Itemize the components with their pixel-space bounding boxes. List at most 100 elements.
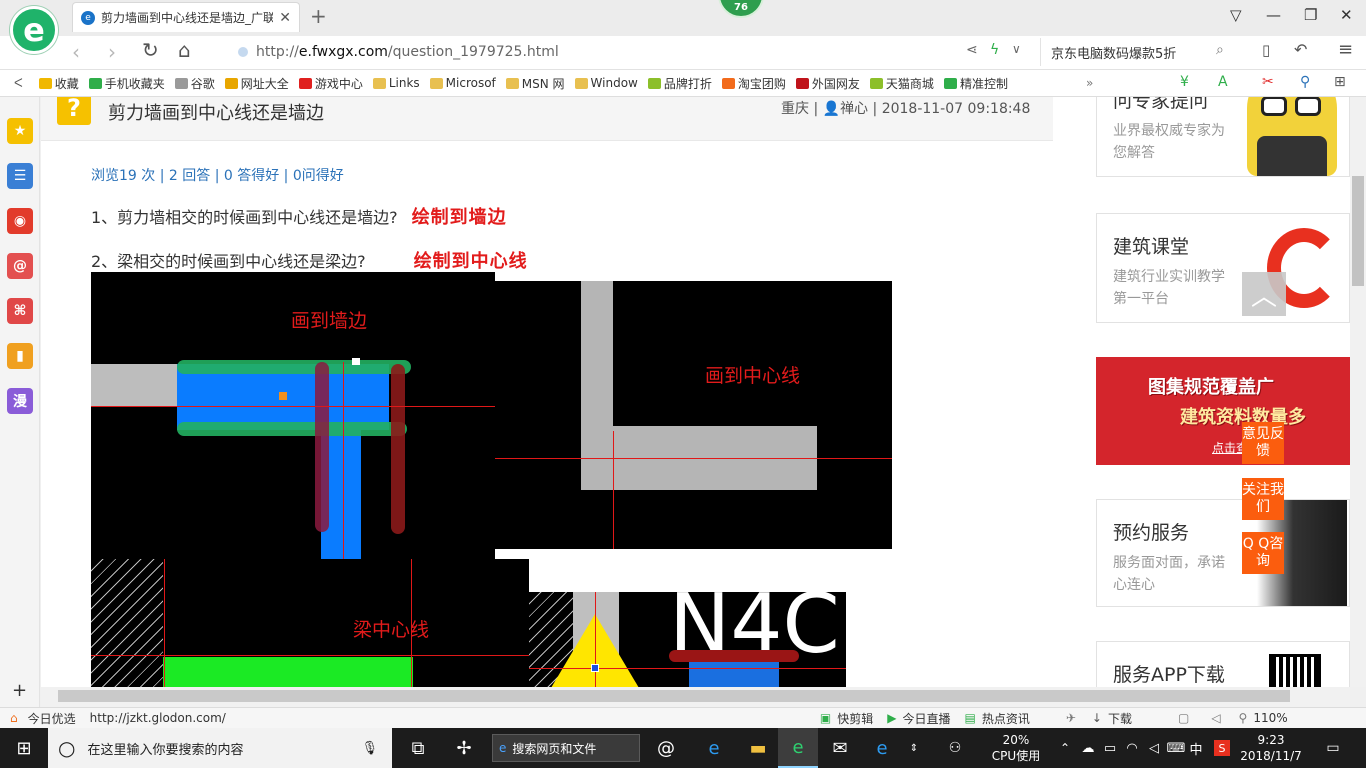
zoom-level[interactable]: 110%	[1253, 711, 1287, 725]
home-icon[interactable]: ⌂	[178, 38, 191, 62]
sidebar-toggle-icon[interactable]: ᐸ	[14, 76, 23, 90]
share-icon[interactable]: ⋖	[966, 42, 978, 58]
status-daily-picks[interactable]: 今日优选	[28, 710, 76, 727]
restore-icon[interactable]: ❐	[1304, 6, 1317, 24]
internet-explorer-icon[interactable]: e	[694, 728, 734, 768]
qq-consult-button[interactable]: Q Q咨询	[1242, 532, 1284, 574]
star-icon[interactable]: ★	[7, 118, 33, 144]
new-tab-icon[interactable]: +	[310, 4, 327, 28]
back-icon[interactable]: ‹	[72, 40, 80, 64]
location[interactable]: 重庆	[781, 101, 809, 117]
forward-icon[interactable]: ›	[108, 40, 116, 64]
speaker-icon[interactable]: ◁	[1144, 728, 1164, 768]
refresh-icon[interactable]: ↻	[142, 38, 159, 62]
comic-icon[interactable]: 漫	[7, 388, 33, 414]
spiral-app-icon[interactable]: @	[646, 728, 686, 768]
volume-icon[interactable]: ◁	[1211, 711, 1220, 725]
gift-icon[interactable]: ⌂	[10, 711, 18, 725]
expert-card[interactable]: 问专家提问 业界最权威专家为您解答	[1096, 97, 1350, 177]
tab-close-icon[interactable]: ✕	[279, 10, 291, 26]
bookmark-item[interactable]: 天猫商城	[869, 75, 934, 92]
author[interactable]: 禅心	[840, 101, 868, 117]
bookmark-item[interactable]: Microsof	[429, 76, 496, 90]
tray-app-icon[interactable]: ☁	[1078, 728, 1098, 768]
add-sidebar-icon[interactable]: +	[12, 680, 27, 701]
status-quick-clip[interactable]: 快剪辑	[837, 710, 873, 727]
status-hot-news[interactable]: 热点资讯	[982, 710, 1030, 727]
news-icon[interactable]: ☰	[7, 163, 33, 189]
skin-icon[interactable]: ▽	[1230, 6, 1242, 24]
follow-button[interactable]: 关注我们	[1242, 478, 1284, 520]
file-explorer-icon[interactable]: ▬	[738, 728, 778, 768]
dropdown-chevron-icon[interactable]: ∨	[1012, 42, 1021, 56]
clock[interactable]: 9:23 2018/11/7	[1240, 732, 1302, 764]
minimize-icon[interactable]: —	[1266, 6, 1281, 24]
bookmark-item[interactable]: Links	[372, 76, 420, 90]
bookmark-item[interactable]: 淘宝团购	[721, 75, 786, 92]
window-icon[interactable]: ▢	[1178, 711, 1189, 725]
taskbar-overflow-icon[interactable]: ⇕	[904, 728, 924, 768]
zoom-icon[interactable]: ⚲	[1239, 711, 1248, 725]
book-icon[interactable]: ▮	[7, 343, 33, 369]
search-box[interactable]: 京东电脑数码爆款5折	[1040, 38, 1240, 66]
menu-icon[interactable]: ≡	[1338, 39, 1353, 60]
bookmark-item[interactable]: MSN 网	[505, 75, 565, 92]
url-bar[interactable]: http://e.fwxgx.com/question_1979725.html	[238, 40, 1038, 64]
app-download-card[interactable]: 服务APP下载	[1096, 641, 1350, 687]
ime-indicator[interactable]: 中	[1186, 728, 1206, 768]
promo-banner[interactable]: 图集规范覆盖广 建筑资料数量多 点击查看	[1096, 357, 1350, 465]
bookmark-item[interactable]: 网址大全	[224, 75, 289, 92]
site-info-icon[interactable]	[238, 47, 248, 57]
taskbar-search[interactable]: ○ 在这里输入你要搜索的内容 🎙	[48, 728, 392, 768]
microphone-icon[interactable]: 🎙	[361, 741, 378, 756]
pinwheel-app-icon[interactable]: ✢	[444, 728, 484, 768]
wifi-icon[interactable]: ◠	[1122, 728, 1142, 768]
people-icon[interactable]: ⚇	[940, 728, 970, 768]
search-icon[interactable]: ⌕	[1216, 42, 1224, 58]
translate-icon[interactable]: A	[1218, 74, 1228, 90]
browser-logo-icon[interactable]: e	[10, 6, 58, 54]
mail-icon[interactable]: @	[7, 253, 33, 279]
weibo-icon[interactable]: ◉	[7, 208, 33, 234]
cpu-monitor[interactable]: 20% CPU使用	[986, 732, 1046, 764]
sogou-ime-icon[interactable]: S	[1212, 728, 1232, 768]
bookmark-item[interactable]: 品牌打折	[647, 75, 712, 92]
status-download[interactable]: 下载	[1108, 710, 1132, 727]
horizontal-scroll-thumb[interactable]	[58, 690, 1290, 702]
speed-mode-icon[interactable]: ϟ	[990, 42, 999, 58]
find-icon[interactable]: ⚲	[1300, 74, 1310, 90]
windows-start-icon[interactable]: ⊞	[0, 728, 48, 768]
browser-taskbar-icon[interactable]: e	[778, 728, 818, 768]
browser-tab[interactable]: e 剪力墙画到中心线还是墙边_广联 ✕	[72, 2, 300, 32]
mail-taskbar-icon[interactable]: ✉	[820, 728, 860, 768]
bookmark-item[interactable]: 谷歌	[174, 75, 215, 92]
grid-icon[interactable]: ⊞	[1334, 74, 1346, 90]
phone-icon[interactable]: ▯	[1262, 41, 1270, 59]
bookmark-item[interactable]: Window	[574, 76, 638, 90]
more-bookmarks-icon[interactable]: »	[1086, 76, 1093, 90]
status-live[interactable]: 今日直播	[902, 710, 950, 727]
notification-icon[interactable]: ▭	[1318, 728, 1348, 768]
edge-icon[interactable]: e	[862, 728, 902, 768]
screenshot-icon[interactable]: ✂	[1262, 74, 1274, 90]
bookmark-item[interactable]: 外国网友	[795, 75, 860, 92]
task-view-icon[interactable]: ⧉	[398, 728, 438, 768]
undo-icon[interactable]: ↶	[1294, 40, 1307, 59]
back-to-top-icon[interactable]: ︿	[1242, 272, 1286, 316]
appointment-card[interactable]: 预约服务 服务面对面，承诺心连心	[1096, 499, 1350, 607]
bookmark-item[interactable]: 手机收藏夹	[88, 75, 165, 92]
battery-icon[interactable]: ▭	[1100, 728, 1120, 768]
bookmark-item[interactable]: 游戏中心	[298, 75, 363, 92]
keyboard-icon[interactable]: ⌨	[1164, 728, 1188, 768]
close-icon[interactable]: ✕	[1340, 6, 1353, 24]
payment-icon[interactable]: ¥	[1180, 74, 1189, 90]
feedback-button[interactable]: 意见反馈	[1242, 422, 1284, 464]
pin-icon[interactable]: ✈	[1066, 711, 1076, 725]
vertical-scroll-thumb[interactable]	[1352, 176, 1364, 286]
course-card[interactable]: 建筑课堂 建筑行业实训教学第一平台	[1096, 213, 1350, 323]
bookmark-item[interactable]: 收藏	[38, 75, 79, 92]
game-icon[interactable]: ⌘	[7, 298, 33, 324]
tray-expand-icon[interactable]: ⌃	[1056, 728, 1074, 768]
web-search-box[interactable]: e 搜索网页和文件	[492, 734, 640, 762]
bookmark-item[interactable]: 精准控制	[943, 75, 1008, 92]
